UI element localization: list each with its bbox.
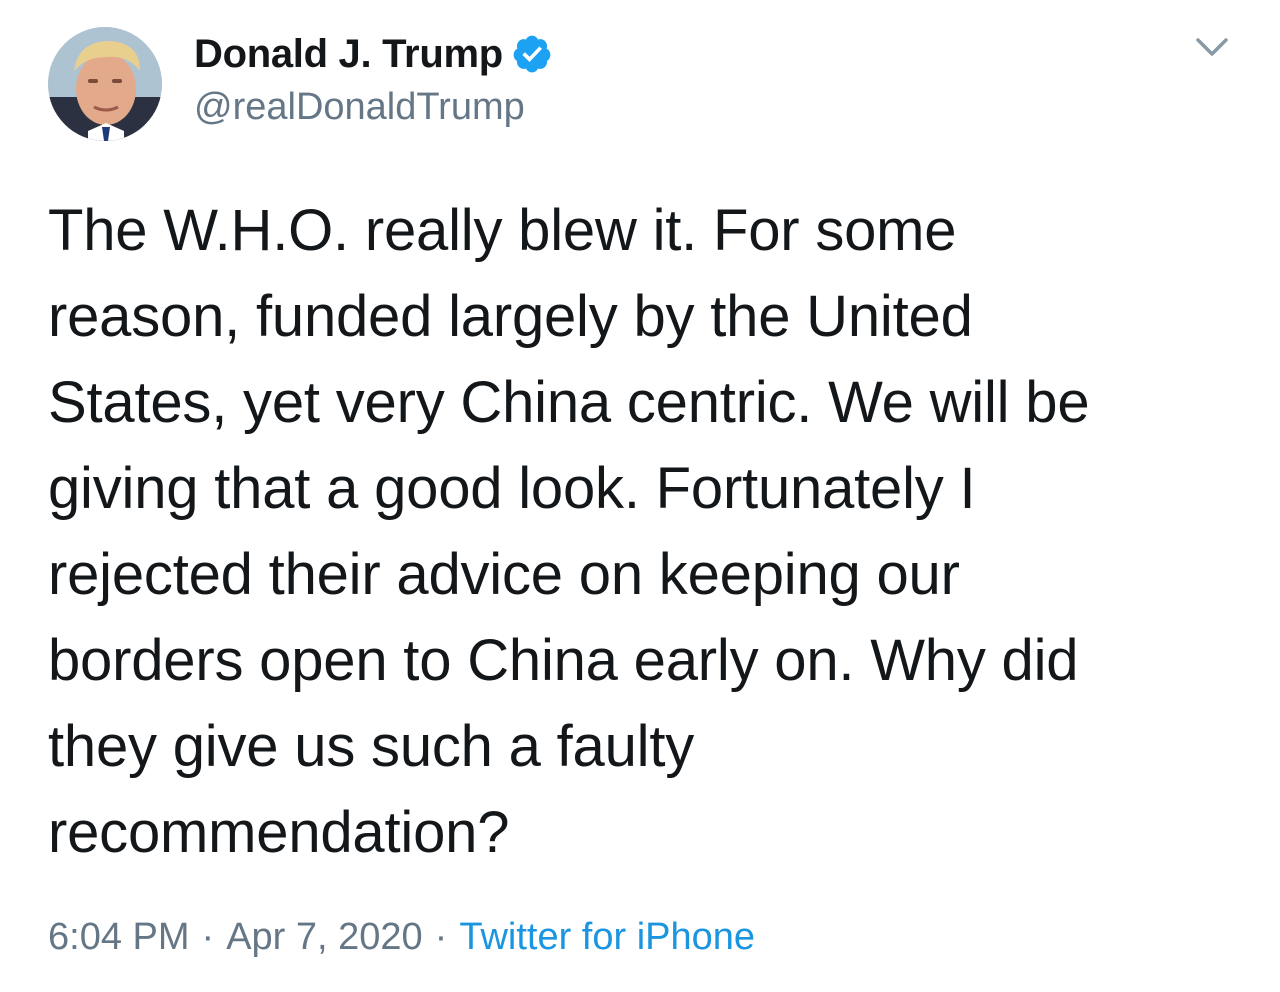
avatar[interactable] (48, 27, 162, 141)
tweet-time[interactable]: 6:04 PM (48, 916, 190, 959)
meta-separator: · (201, 916, 215, 958)
tweet-text: The W.H.O. really blew it. For some reas… (48, 198, 1090, 865)
tweet-metadata: 6:04 PM · Apr 7, 2020 · Twitter for iPho… (48, 916, 755, 959)
meta-separator: · (434, 916, 448, 958)
chevron-down-icon[interactable] (1192, 34, 1232, 62)
tweet-card: Donald J. Trump @realDonaldTrump The W.H… (0, 0, 1280, 992)
verified-badge-icon (511, 33, 553, 75)
author-handle[interactable]: @realDonaldTrump (194, 86, 525, 129)
tweet-source-link[interactable]: Twitter for iPhone (459, 916, 755, 959)
tweet-date[interactable]: Apr 7, 2020 (226, 916, 422, 959)
author-name-row: Donald J. Trump (194, 28, 553, 80)
author-display-name[interactable]: Donald J. Trump (194, 32, 503, 77)
avatar-image (48, 27, 162, 141)
